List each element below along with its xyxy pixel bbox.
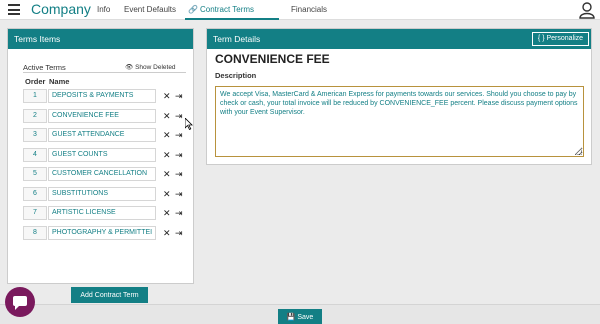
term-order-field[interactable]: 4 — [23, 148, 47, 162]
resize-handle-icon[interactable] — [576, 149, 582, 155]
nav-link-contract-terms[interactable]: 🔗 Contract Terms — [188, 5, 254, 14]
save-label: Save — [297, 313, 314, 321]
personalize-button[interactable]: { } Personalize — [532, 32, 589, 46]
term-row: 3 GUEST ATTENDANCE ✕ ⇥ — [23, 128, 188, 142]
delete-icon[interactable]: ✕ — [163, 129, 171, 141]
delete-icon[interactable]: ✕ — [163, 90, 171, 102]
term-row: 2 CONVENIENCE FEE ✕ ⇥ — [23, 109, 188, 123]
open-term-icon[interactable]: ⇥ — [175, 110, 183, 122]
open-term-icon[interactable]: ⇥ — [175, 227, 183, 239]
brand-name[interactable]: Company — [31, 1, 91, 17]
term-row: 4 GUEST COUNTS ✕ ⇥ — [23, 148, 188, 162]
terms-items-header: Terms Items — [8, 29, 193, 49]
chat-widget-button[interactable] — [5, 287, 35, 317]
save-icon: 💾 — [286, 313, 296, 321]
nav-link-info[interactable]: Info — [97, 5, 110, 14]
term-order-field[interactable]: 3 — [23, 128, 47, 142]
divider — [23, 72, 186, 73]
term-name-field[interactable]: SUBSTITUTIONS — [48, 187, 156, 201]
term-title: CONVENIENCE FEE — [215, 52, 330, 66]
link-icon: 🔗 — [188, 5, 198, 14]
delete-icon[interactable]: ✕ — [163, 110, 171, 122]
open-term-icon[interactable]: ⇥ — [175, 90, 183, 102]
term-name-field[interactable]: CONVENIENCE FEE — [48, 109, 156, 123]
nav-link-contract-terms-label: Contract Terms — [199, 5, 255, 14]
description-text: We accept Visa, MasterCard & American Ex… — [220, 91, 578, 116]
column-header-order: Order — [25, 77, 46, 86]
term-name-field[interactable]: DEPOSITS & PAYMENTS — [48, 89, 156, 103]
term-order-field[interactable]: 8 — [23, 226, 47, 240]
term-order-field[interactable]: 6 — [23, 187, 47, 201]
active-tab-indicator — [185, 18, 279, 20]
top-navbar: Company Info Event Defaults 🔗 Contract Te… — [0, 0, 600, 20]
terms-items-panel: Terms Items Active Terms 👁 Show Deleted … — [7, 28, 194, 303]
active-terms-label: Active Terms — [23, 63, 66, 72]
open-term-icon[interactable]: ⇥ — [175, 207, 183, 219]
open-term-icon[interactable]: ⇥ — [175, 168, 183, 180]
term-order-field[interactable]: 7 — [23, 206, 47, 220]
term-order-field[interactable]: 5 — [23, 167, 47, 181]
mouse-cursor-icon — [185, 118, 193, 130]
personalize-label: Personalize — [546, 35, 584, 42]
delete-icon[interactable]: ✕ — [163, 207, 171, 219]
delete-icon[interactable]: ✕ — [163, 168, 171, 180]
description-textarea[interactable]: We accept Visa, MasterCard & American Ex… — [215, 86, 584, 157]
column-header-name: Name — [49, 77, 70, 86]
open-term-icon[interactable]: ⇥ — [175, 149, 183, 161]
nav-link-financials[interactable]: Financials — [291, 5, 327, 14]
open-term-icon[interactable]: ⇥ — [175, 129, 183, 141]
term-name-field[interactable]: CUSTOMER CANCELLATION — [48, 167, 156, 181]
term-row: 1 DEPOSITS & PAYMENTS ✕ ⇥ — [23, 89, 188, 103]
term-name-field[interactable]: ARTISTIC LICENSE — [48, 206, 156, 220]
delete-icon[interactable]: ✕ — [163, 149, 171, 161]
term-row: 8 PHOTOGRAPHY & PERMITTEI ✕ ⇥ — [23, 226, 188, 240]
term-order-field[interactable]: 2 — [23, 109, 47, 123]
delete-icon[interactable]: ✕ — [163, 227, 171, 239]
chat-icon — [13, 296, 27, 310]
add-contract-term-button[interactable]: Add Contract Term — [71, 287, 148, 303]
save-button[interactable]: 💾 Save — [278, 309, 322, 324]
delete-icon[interactable]: ✕ — [163, 188, 171, 200]
term-order-field[interactable]: 1 — [23, 89, 47, 103]
braces-icon: { } — [537, 35, 545, 42]
open-term-icon[interactable]: ⇥ — [175, 188, 183, 200]
term-details-panel: Term Details { } Personalize CONVENIENCE… — [206, 28, 592, 165]
term-row: 5 CUSTOMER CANCELLATION ✕ ⇥ — [23, 167, 188, 181]
term-name-field[interactable]: PHOTOGRAPHY & PERMITTEI — [48, 226, 156, 240]
description-label: Description — [215, 71, 257, 80]
show-deleted-toggle[interactable]: 👁 Show Deleted — [125, 63, 176, 71]
term-row: 6 SUBSTITUTIONS ✕ ⇥ — [23, 187, 188, 201]
user-icon[interactable] — [578, 1, 596, 19]
term-name-field[interactable]: GUEST ATTENDANCE — [48, 128, 156, 142]
show-deleted-label: Show Deleted — [135, 64, 176, 71]
eye-icon: 👁 — [125, 64, 134, 71]
term-row: 7 ARTISTIC LICENSE ✕ ⇥ — [23, 206, 188, 220]
nav-link-event-defaults[interactable]: Event Defaults — [124, 5, 176, 14]
hamburger-menu-icon[interactable] — [8, 4, 20, 15]
term-name-field[interactable]: GUEST COUNTS — [48, 148, 156, 162]
